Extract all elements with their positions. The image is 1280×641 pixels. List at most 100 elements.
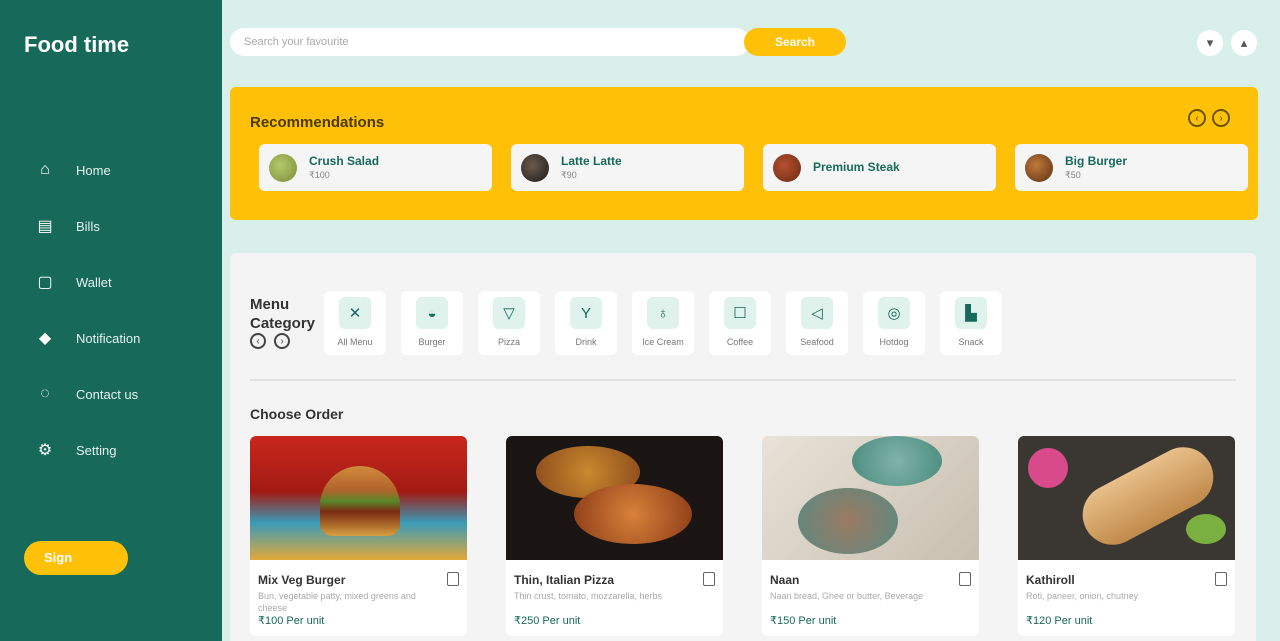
arrow-left-icon[interactable]: ‹ (250, 333, 266, 349)
burger-thumbnail (1025, 153, 1053, 182)
recommendation-price: ₹50 (1065, 170, 1081, 180)
sidebar-item-home[interactable]: ⌂ Home (34, 142, 140, 198)
sidebar-item-label: Wallet (76, 274, 112, 290)
category-ice-cream[interactable]: ♁ Ice Cream (632, 291, 694, 355)
recommendation-price: ₹100 (309, 170, 330, 180)
sidebar: Food time ⌂ Home ▤ Bills ▢ Wallet ◆ Noti… (0, 0, 222, 641)
steak-thumbnail (773, 153, 801, 182)
salad-thumbnail (269, 153, 297, 182)
category-label: Hotdog (879, 337, 909, 347)
sidebar-item-contact[interactable]: ◌ Contact us (34, 366, 140, 422)
food-name: Kathiroll (1026, 573, 1075, 587)
pizza-icon: ▽ (493, 297, 525, 329)
food-price: ₹120 Per unit (1026, 615, 1093, 627)
chat-icon: ◌ (40, 385, 50, 402)
arrow-left-icon[interactable]: ‹ (1188, 109, 1206, 127)
menu-title-line: Category (250, 315, 316, 332)
category-seafood[interactable]: ◁ Seafood (786, 291, 848, 355)
food-name: Thin, Italian Pizza (514, 573, 615, 587)
category-list: ✕ All Menu ◒ Burger ▽ Pizza Y Drink ♁ Ice Cre… (324, 291, 1002, 355)
hotdog-icon: ◎ (878, 297, 910, 329)
sidebar-item-label: Home (76, 162, 111, 178)
menu-panel: Menu Category ‹ › ✕ All Menu ◒ Burger ▽ Piz… (230, 253, 1256, 641)
pizza-image (506, 436, 723, 560)
category-label: Pizza (497, 337, 520, 347)
sidebar-item-label: Bills (76, 218, 100, 234)
user-icon[interactable]: ▴ (1231, 30, 1257, 56)
category-drink[interactable]: Y Drink (555, 291, 617, 355)
kathiroll-image (1018, 436, 1235, 560)
food-description: Naan bread, Ghee or butter, Beverage (770, 591, 924, 601)
sidebar-item-label: Setting (76, 442, 117, 458)
recommendation-name: Crush Salad (309, 154, 380, 168)
cutlery-icon: ✕ (339, 297, 371, 329)
coffee-icon: ☐ (724, 297, 756, 329)
burger-icon: ◒ (416, 297, 448, 329)
search-input[interactable] (230, 28, 750, 56)
food-card[interactable]: Naan Naan bread, Ghee or butter, Beverag… (762, 436, 979, 636)
category-arrows: ‹ › (250, 333, 290, 349)
recommendations-arrows: ‹ › (1188, 109, 1230, 127)
menu-category-title: Menu Category (250, 295, 315, 333)
brand-logo: Food time (24, 32, 130, 57)
food-price: ₹100 Per unit (258, 615, 325, 627)
search-button[interactable]: Search (744, 28, 846, 56)
recommendations-title: Recommendations (250, 114, 385, 131)
food-card[interactable]: Thin, Italian Pizza Thin crust, tomato, … (506, 436, 723, 636)
arrow-right-icon[interactable]: › (274, 333, 290, 349)
divider (250, 379, 1236, 381)
category-snack[interactable]: ▙ Snack (940, 291, 1002, 355)
recommendations-panel: Recommendations ‹ › Crush Salad ₹100 Lat… (230, 87, 1258, 220)
bills-icon: ▤ (37, 218, 53, 235)
bookmark-icon[interactable] (703, 572, 715, 586)
food-card[interactable]: Kathiroll Roti, paneer, onion, chutney ₹… (1018, 436, 1235, 636)
recommendation-card[interactable]: Big Burger ₹50 (1015, 144, 1248, 191)
bookmark-icon[interactable] (1215, 572, 1227, 586)
sidebar-item-wallet[interactable]: ▢ Wallet (34, 254, 140, 310)
wallet-icon: ▢ (37, 274, 53, 291)
food-description: Thin crust, tomato, mozzarella, herbs (514, 591, 663, 601)
sidebar-item-bills[interactable]: ▤ Bills (34, 198, 140, 254)
bell-icon: ◆ (38, 330, 52, 347)
food-name: Naan (770, 573, 800, 587)
recommendation-card[interactable]: Crush Salad ₹100 (259, 144, 492, 191)
home-icon: ⌂ (40, 161, 50, 178)
choose-order-title: Choose Order (250, 406, 344, 422)
recommendation-name: Big Burger (1065, 154, 1128, 168)
sidebar-item-setting[interactable]: ⚙ Setting (34, 422, 140, 478)
latte-thumbnail (521, 153, 549, 182)
recommendation-list: Crush Salad ₹100 Latte Latte ₹90 Premium… (259, 144, 1248, 191)
category-all-menu[interactable]: ✕ All Menu (324, 291, 386, 355)
recommendation-name: Latte Latte (561, 154, 622, 168)
bookmark-icon[interactable] (959, 572, 971, 586)
bookmark-icon[interactable] (447, 572, 459, 586)
arrow-right-icon[interactable]: › (1212, 109, 1230, 127)
food-description: Bun, vegetable patty, mixed greens and c… (258, 591, 416, 613)
recommendation-card[interactable]: Premium Steak (763, 144, 996, 191)
drink-icon: Y (570, 297, 602, 329)
food-price: ₹250 Per unit (514, 615, 581, 627)
sidebar-nav: ⌂ Home ▤ Bills ▢ Wallet ◆ Notification ◌… (34, 142, 140, 478)
burger-image (250, 436, 467, 560)
sidebar-item-notification[interactable]: ◆ Notification (34, 310, 140, 366)
recommendation-price: ₹90 (561, 170, 577, 180)
sidebar-item-label: Notification (76, 330, 141, 346)
menu-title-line: Menu (250, 296, 290, 313)
category-burger[interactable]: ◒ Burger (401, 291, 463, 355)
category-label: All Menu (337, 337, 373, 347)
category-label: Drink (575, 337, 597, 347)
recommendation-name: Premium Steak (813, 159, 900, 174)
logout-button[interactable]: Sign (24, 541, 128, 575)
food-card[interactable]: Mix Veg Burger Bun, vegetable patty, mix… (250, 436, 467, 636)
category-hotdog[interactable]: ◎ Hotdog (863, 291, 925, 355)
food-name: Mix Veg Burger (258, 573, 346, 587)
category-label: Burger (418, 337, 446, 347)
cart-icon[interactable]: ▾ (1197, 30, 1223, 56)
category-label: Seafood (800, 337, 834, 347)
category-coffee[interactable]: ☐ Coffee (709, 291, 771, 355)
order-list: Mix Veg Burger Bun, vegetable patty, mix… (250, 436, 1235, 636)
category-pizza[interactable]: ▽ Pizza (478, 291, 540, 355)
recommendation-card[interactable]: Latte Latte ₹90 (511, 144, 744, 191)
snack-icon: ▙ (955, 297, 987, 329)
fish-icon: ◁ (801, 297, 833, 329)
